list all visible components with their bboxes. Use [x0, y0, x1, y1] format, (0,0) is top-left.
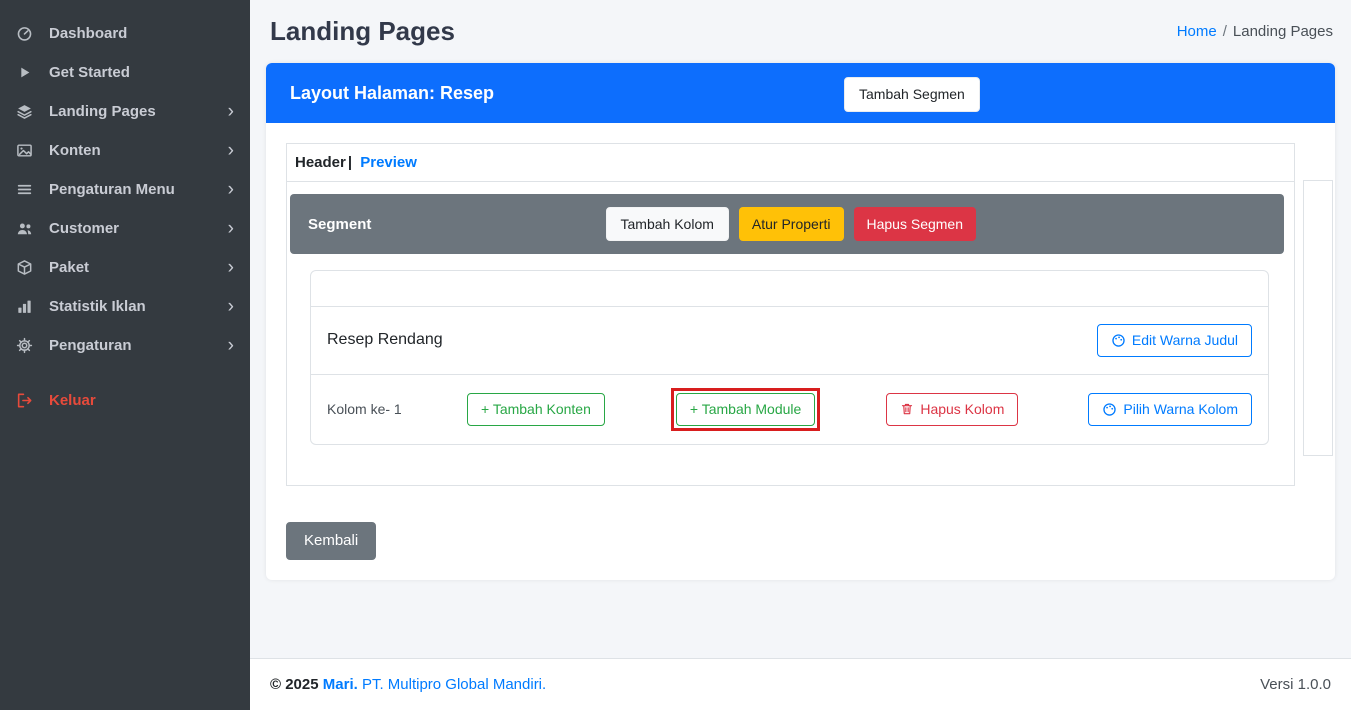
add-module-button[interactable]: + Tambah Module: [675, 392, 816, 426]
tab-body: Segment Tambah Kolom Atur Properti Hapus…: [287, 182, 1294, 485]
segment-panel-title: Resep Rendang: [327, 331, 443, 349]
gear-icon: [16, 337, 40, 354]
play-icon: [16, 64, 40, 81]
segment-actions: Tambah Kolom Atur Properti Hapus Segmen: [605, 206, 977, 242]
chevron-right-icon: ›: [227, 256, 234, 278]
content-header: Landing Pages Home / Landing Pages: [250, 0, 1351, 57]
tab-header: Header | Preview: [287, 144, 1295, 182]
segment-panel-strip: [311, 271, 1269, 307]
dashboard-icon: [16, 25, 40, 42]
chevron-right-icon: ›: [227, 139, 234, 161]
app: Dashboard Get Started Landing Pages › Ko…: [0, 0, 1351, 710]
chevron-right-icon: ›: [227, 334, 234, 356]
trash-icon: [900, 402, 914, 416]
empty-side-column: [1303, 180, 1334, 456]
layout-card: Layout Halaman: Resep Tambah Segmen Head…: [266, 63, 1335, 580]
bar-chart-icon: [16, 298, 40, 315]
logout-icon: [16, 392, 40, 409]
list-icon: [16, 181, 40, 198]
layout-card-header: Layout Halaman: Resep Tambah Segmen: [266, 63, 1335, 123]
chevron-right-icon: ›: [227, 217, 234, 239]
edit-title-color-button[interactable]: Edit Warna Judul: [1096, 324, 1253, 357]
footer-company: PT. Multipro Global Mandiri.: [361, 676, 547, 693]
layers-icon: [16, 103, 40, 120]
sidebar-item-dashboard[interactable]: Dashboard: [0, 14, 250, 53]
sidebar-item-paket[interactable]: Paket ›: [0, 248, 250, 287]
chevron-right-icon: ›: [227, 100, 234, 122]
footer: © 2025 Mari. PT. Multipro Global Mandiri…: [250, 658, 1351, 710]
sidebar-item-logout[interactable]: Keluar: [0, 381, 250, 420]
palette-icon: [1111, 333, 1126, 348]
palette-icon: [1102, 402, 1117, 417]
add-column-button[interactable]: Tambah Kolom: [605, 206, 729, 242]
delete-segment-button[interactable]: Hapus Segmen: [853, 206, 977, 242]
add-content-button[interactable]: + Tambah Konten: [467, 392, 605, 426]
sidebar-item-pengaturan-menu[interactable]: Pengaturan Menu ›: [0, 170, 250, 209]
segment-bar: Segment Tambah Kolom Atur Properti Hapus…: [290, 194, 1285, 254]
tab-header-label: Header: [295, 154, 346, 171]
sidebar-item-label: Customer: [49, 220, 120, 237]
sidebar-item-label: Pengaturan Menu: [49, 181, 175, 198]
pick-column-color-button[interactable]: Pilih Warna Kolom: [1088, 392, 1253, 426]
sidebar-item-label: Landing Pages: [49, 103, 156, 120]
segment-panel: Resep Rendang Edit Warna Judul Kolom ke-…: [310, 270, 1270, 445]
main-content: Landing Pages Home / Landing Pages Layout …: [250, 0, 1351, 710]
sidebar-item-label: Dashboard: [49, 25, 128, 42]
breadcrumb-separator: /: [1222, 23, 1227, 40]
box-icon: [16, 259, 40, 276]
footer-version: Versi 1.0.0: [1260, 676, 1331, 693]
footer-brand: Mari.: [322, 676, 358, 693]
sidebar-item-konten[interactable]: Konten ›: [0, 131, 250, 170]
sidebar-item-label: Pengaturan: [49, 337, 132, 354]
layout-card-body: Header | Preview Segment Tambah Kolom Atu…: [266, 123, 1335, 580]
footer-copyright: © 2025 Mari. PT. Multipro Global Mandiri…: [270, 676, 546, 693]
chevron-right-icon: ›: [227, 178, 234, 200]
back-button[interactable]: Kembali: [286, 521, 377, 560]
sidebar-item-statistik-iklan[interactable]: Statistik Iklan ›: [0, 287, 250, 326]
breadcrumb-current: Landing Pages: [1232, 23, 1333, 40]
breadcrumb-home-link[interactable]: Home: [1177, 23, 1217, 40]
layout-card-title: Layout Halaman: Resep: [290, 82, 495, 103]
preview-link[interactable]: Preview: [360, 154, 417, 171]
sidebar-item-label: Get Started: [49, 64, 130, 81]
segment-title: Segment: [308, 215, 372, 233]
segment-panel-title-row: Resep Rendang Edit Warna Judul: [311, 307, 1268, 374]
annotation-highlight: + Tambah Module: [670, 387, 821, 431]
chevron-right-icon: ›: [227, 295, 234, 317]
page-title: Landing Pages: [270, 16, 455, 46]
column-label: Kolom ke- 1: [327, 401, 402, 418]
footer-year: © 2025: [270, 676, 319, 693]
set-properties-button[interactable]: Atur Properti: [738, 206, 844, 242]
column-row: Kolom ke- 1 + Tambah Konten + Tambah Mod…: [311, 373, 1269, 444]
sidebar-item-label: Keluar: [49, 392, 96, 409]
sidebar-item-label: Konten: [49, 142, 101, 159]
tab-separator: |: [347, 154, 353, 171]
add-segment-button[interactable]: Tambah Segmen: [844, 77, 980, 112]
delete-column-button[interactable]: Hapus Kolom: [886, 392, 1019, 426]
image-icon: [16, 142, 40, 159]
sidebar-item-landing-pages[interactable]: Landing Pages ›: [0, 92, 250, 131]
users-icon: [16, 220, 40, 237]
segment-editor-box: Header | Preview Segment Tambah Kolom Atu…: [286, 143, 1296, 486]
sidebar-item-label: Statistik Iklan: [49, 298, 146, 315]
sidebar-item-customer[interactable]: Customer ›: [0, 209, 250, 248]
breadcrumb: Home / Landing Pages: [1177, 23, 1333, 40]
sidebar-item-label: Paket: [49, 259, 90, 276]
sidebar: Dashboard Get Started Landing Pages › Ko…: [0, 0, 250, 710]
sidebar-item-get-started[interactable]: Get Started: [0, 53, 250, 92]
sidebar-item-pengaturan[interactable]: Pengaturan ›: [0, 326, 250, 365]
